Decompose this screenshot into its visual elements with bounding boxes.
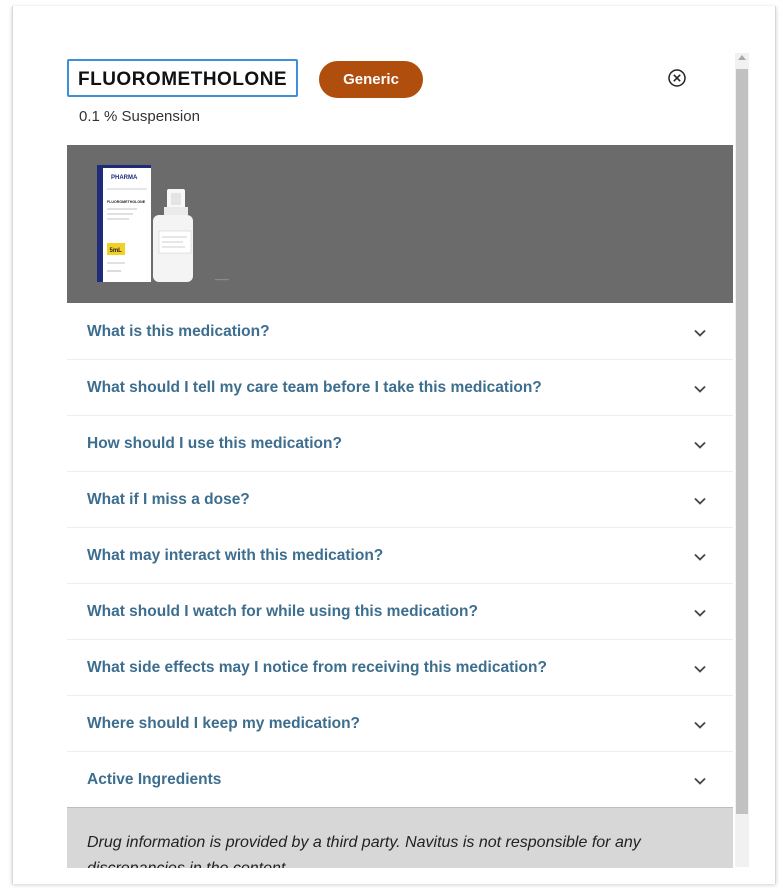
dialog-header: FLUOROMETHOLONE Generic 0.1 % Suspension [67, 59, 733, 139]
accordion-item-label: What may interact with this medication? [87, 547, 384, 564]
scroll-thumb[interactable] [736, 69, 748, 814]
accordion-item-side-effects[interactable]: What side effects may I notice from rece… [67, 640, 733, 696]
dropper-bottle [153, 189, 193, 282]
accordion-item-label: What is this medication? [87, 323, 270, 340]
accordion-item-label: What side effects may I notice from rece… [87, 659, 547, 676]
disclaimer-footer: Drug information is provided by a third … [67, 807, 733, 868]
accordion-item-tell-care-team[interactable]: What should I tell my care team before I… [67, 360, 733, 416]
accordion-item-label: Active Ingredients [87, 771, 222, 788]
product-image-panel: PHARMA FLUOROMETHOLONE 5mL [67, 145, 733, 303]
chevron-down-icon [694, 385, 706, 393]
drug-info-accordion: What is this medication? What should I t… [67, 304, 733, 808]
chevron-down-icon [694, 329, 706, 337]
drug-name-title[interactable]: FLUOROMETHOLONE [67, 59, 299, 97]
close-button[interactable] [667, 68, 687, 88]
drug-info-dialog: FLUOROMETHOLONE Generic 0.1 % Suspension… [12, 6, 776, 884]
chevron-down-icon [694, 665, 706, 673]
accordion-item-watch-for[interactable]: What should I watch for while using this… [67, 584, 733, 640]
accordion-item-label: What should I tell my care team before I… [87, 379, 542, 396]
accordion-item-how-to-use[interactable]: How should I use this medication? [67, 416, 733, 472]
accordion-item-label: How should I use this medication? [87, 435, 342, 452]
box-volume-text: 5mL [110, 248, 123, 254]
chevron-down-icon [694, 441, 706, 449]
chevron-down-icon [694, 777, 706, 785]
drug-strength-subtitle: 0.1 % Suspension [79, 108, 200, 125]
product-box [97, 165, 151, 282]
vertical-scrollbar[interactable] [735, 53, 749, 867]
accordion-item-label: Where should I keep my medication? [87, 715, 361, 732]
accordion-item-what-is[interactable]: What is this medication? [67, 304, 733, 360]
product-image: PHARMA FLUOROMETHOLONE 5mL [97, 165, 229, 282]
accordion-item-label: What if I miss a dose? [87, 491, 250, 508]
chevron-down-icon [694, 721, 706, 729]
chevron-down-icon [694, 609, 706, 617]
accordion-item-active-ingredients[interactable]: Active Ingredients [67, 752, 733, 808]
box-name-text: FLUOROMETHOLONE [107, 200, 146, 204]
generic-badge: Generic [319, 61, 423, 98]
circle-x-icon [668, 69, 686, 87]
accordion-item-missed-dose[interactable]: What if I miss a dose? [67, 472, 733, 528]
box-brand-text: PHARMA [111, 175, 138, 181]
disclaimer-text: Drug information is provided by a third … [87, 834, 641, 868]
accordion-item-interactions[interactable]: What may interact with this medication? [67, 528, 733, 584]
scroll-up-arrow-icon[interactable] [738, 55, 746, 60]
accordion-item-storage[interactable]: Where should I keep my medication? [67, 696, 733, 752]
chevron-down-icon [694, 553, 706, 561]
accordion-item-label: What should I watch for while using this… [87, 603, 478, 620]
chevron-down-icon [694, 497, 706, 505]
